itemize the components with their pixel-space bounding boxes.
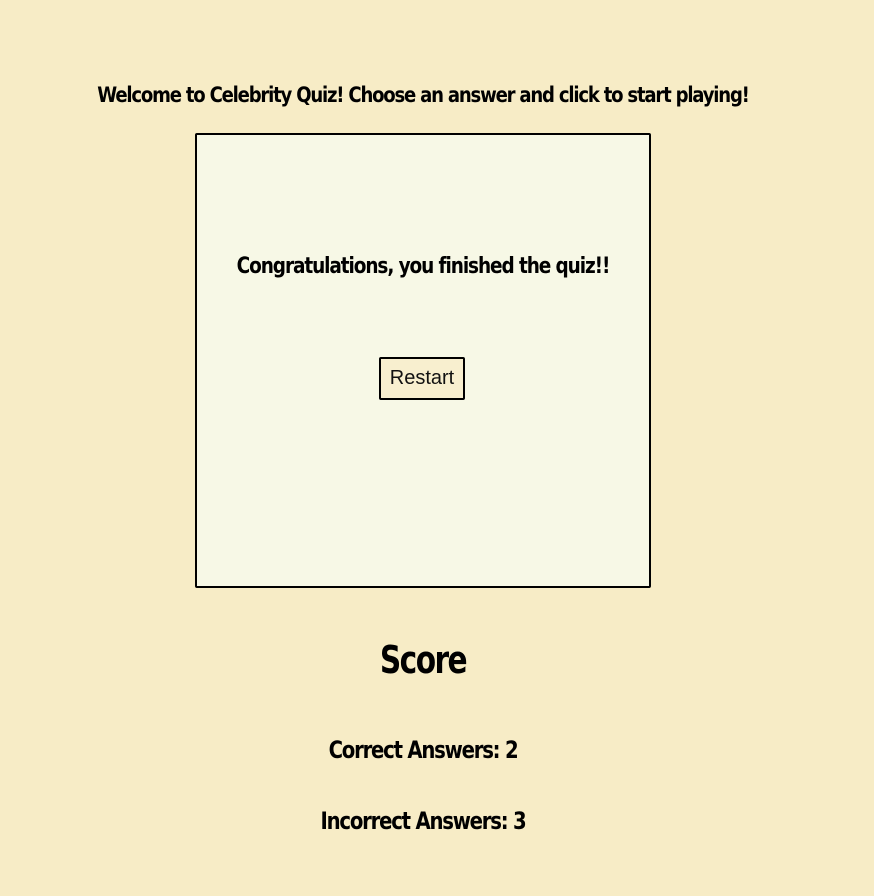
incorrect-answers-count: Incorrect Answers: 3 <box>320 807 527 835</box>
score-heading: Score <box>379 638 468 682</box>
quiz-box: Congratulations, you finished the quiz!!… <box>195 133 651 588</box>
restart-button[interactable]: Restart <box>379 357 465 400</box>
welcome-heading: Welcome to Celebrity Quiz! Choose an ans… <box>97 83 750 108</box>
score-section: Score Correct Answers: 2 Incorrect Answe… <box>0 630 846 835</box>
correct-answers-count: Correct Answers: 2 <box>328 736 519 764</box>
finish-message: Congratulations, you finished the quiz!! <box>236 254 611 279</box>
